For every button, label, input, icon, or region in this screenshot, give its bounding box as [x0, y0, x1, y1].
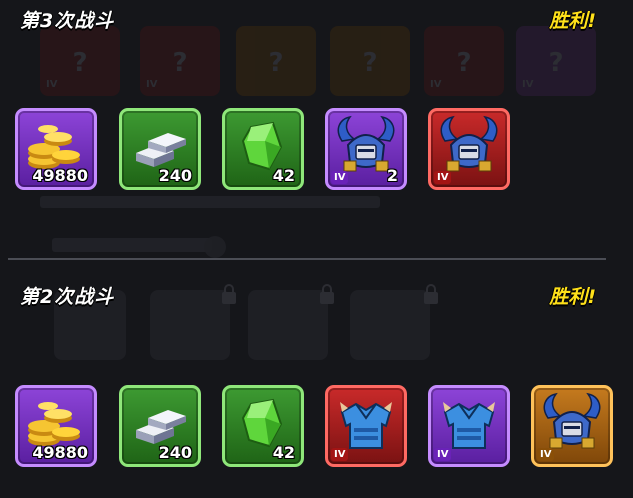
victory-label: 胜利!	[549, 10, 596, 32]
section-divider	[8, 258, 606, 260]
tier-badge: IV	[434, 171, 452, 184]
reward-count: 42	[272, 443, 295, 462]
reward-count: 49880	[32, 166, 88, 185]
reward-blue-armor[interactable]: IV	[428, 385, 510, 467]
reward-iron-ingot[interactable]: 240	[119, 385, 201, 467]
reward-horned-helmet[interactable]: IV	[531, 385, 613, 467]
reward-horned-helmet[interactable]: IV	[428, 108, 510, 190]
reward-green-crystal[interactable]: 42	[222, 385, 304, 467]
reward-count: 49880	[32, 443, 88, 462]
reward-iron-ingot[interactable]: 240	[119, 108, 201, 190]
reward-coins[interactable]: 49880	[15, 385, 97, 467]
reward-count: 240	[158, 166, 192, 185]
battle-panel-3: 第3次战斗 胜利! 49880 240 42 IV 2 IV	[0, 0, 610, 260]
reward-coins[interactable]: 49880	[15, 108, 97, 190]
tier-badge: IV	[331, 171, 349, 184]
tier-badge: IV	[434, 448, 452, 461]
reward-horned-helmet[interactable]: IV 2	[325, 108, 407, 190]
reward-count: 2	[386, 166, 398, 185]
battle-panel-2: 第2次战斗 胜利! 49880 240 42 IV IV IV	[0, 270, 613, 498]
reward-blue-armor[interactable]: IV	[325, 385, 407, 467]
battle-title: 第3次战斗	[20, 10, 115, 32]
reward-count: 42	[272, 166, 295, 185]
tier-badge: IV	[537, 448, 555, 461]
reward-green-crystal[interactable]: 42	[222, 108, 304, 190]
victory-label: 胜利!	[549, 286, 596, 308]
battle-title: 第2次战斗	[20, 286, 115, 308]
reward-count: 240	[158, 443, 192, 462]
tier-badge: IV	[331, 448, 349, 461]
